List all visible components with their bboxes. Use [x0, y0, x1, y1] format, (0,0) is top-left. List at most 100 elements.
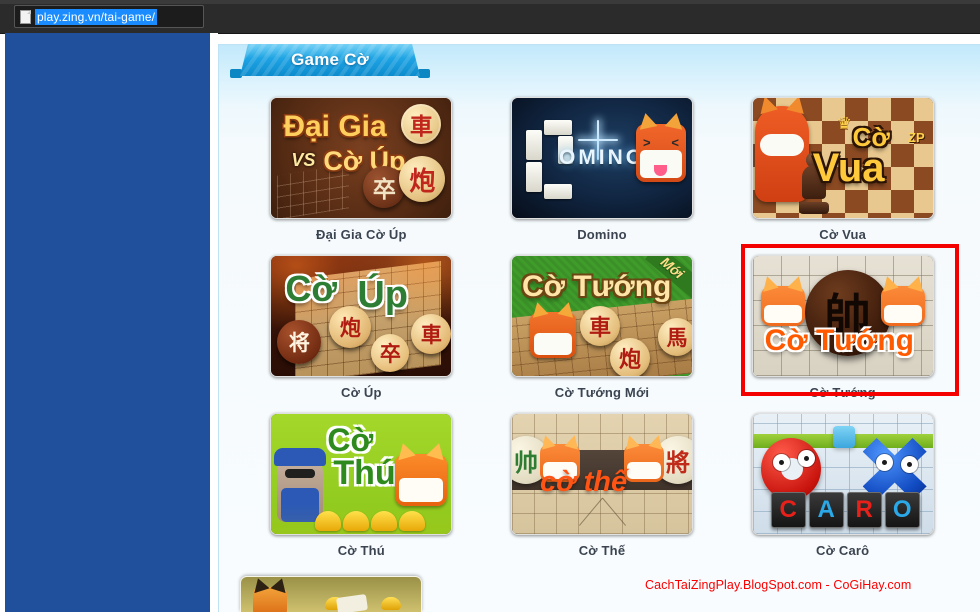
- left-sidebar: [5, 33, 210, 612]
- thumbnail-art: Đại Gia VS Cờ Úp 車 卒 炮: [271, 98, 452, 218]
- tab-label: Game Cờ: [291, 50, 369, 69]
- red-eye-right-icon: [797, 450, 815, 467]
- browser-chrome: play.zing.vn/tai-game/: [0, 0, 980, 34]
- thumbnail-art: Cờ Thú: [271, 414, 452, 534]
- fox-ear-left-icon: [755, 98, 778, 115]
- game-thumbnail[interactable]: Cờ Thú: [270, 413, 453, 535]
- game-thumbnail[interactable]: OMINO > <: [510, 97, 693, 219]
- chess-piece-xe: 車: [579, 306, 620, 346]
- fox-ear-left-icon: [636, 111, 658, 130]
- game-label: Cờ Tướng Mới: [554, 385, 650, 400]
- game-card-co-vua[interactable]: ♛ Vua Cờ ZP Cờ Vua: [722, 97, 963, 242]
- fox-face: [533, 333, 572, 355]
- game-card-co-tuong-moi[interactable]: Mới Cờ Tướng 車 馬 炮 Cờ Tướng Mới: [482, 255, 723, 400]
- letter-tile-o: O: [884, 492, 920, 528]
- address-bar[interactable]: play.zing.vn/tai-game/: [14, 5, 204, 28]
- game-card-co-thu[interactable]: Cờ Thú Cờ Thú: [241, 413, 482, 558]
- fox-ear-left-icon: [759, 274, 779, 292]
- game-card-co-caro[interactable]: C A R O Cờ Carô: [722, 413, 963, 558]
- fox-ear-right-icon: [557, 300, 577, 318]
- thumbnail-art: ♛ Vua Cờ ZP: [752, 98, 933, 218]
- fox-mascot: [394, 440, 449, 506]
- domino-tile: [543, 184, 572, 199]
- sidebar-gutter: [210, 33, 218, 612]
- tab-game-co[interactable]: Game Cờ: [240, 44, 420, 76]
- domino-tile: [525, 130, 542, 160]
- fox-mascot: [250, 577, 290, 612]
- mouse-hat-icon: [274, 448, 327, 466]
- fox-ear-right-icon: [785, 98, 808, 114]
- game-label: Cờ Thú: [337, 543, 385, 558]
- art-title-line1: Cờ: [852, 122, 890, 152]
- watermark-text: CachTaiZingPlay.BlogSpot.com - CoGiHay.c…: [645, 578, 912, 592]
- game-thumbnail[interactable]: Đại Gia VS Cờ Úp 車 卒 炮: [270, 97, 453, 219]
- paper-decoration: [336, 593, 368, 612]
- game-card-co-the[interactable]: 帅 將 cờ thế Cờ Thế: [482, 413, 723, 558]
- red-eye-left-icon: [772, 454, 790, 471]
- letter-o: O: [892, 496, 912, 523]
- art-title: Cờ Tướng: [521, 270, 672, 303]
- game-thumbnail[interactable]: Cờ Úp 将 炮 卒 車: [270, 255, 453, 377]
- letter-a: A: [817, 496, 835, 523]
- fox-ear-left-icon: [529, 300, 549, 318]
- games-grid: Đại Gia VS Cờ Úp 車 卒 炮 Đại Gia Cờ Úp OMI…: [241, 97, 963, 558]
- domino-tile: [543, 120, 572, 135]
- section-tab[interactable]: Game Cờ: [230, 44, 430, 78]
- game-card-co-tuong-selected[interactable]: 帥 Cờ Tướng Cờ Tướng: [722, 244, 963, 400]
- game-thumbnail[interactable]: Mới Cờ Tướng 車 馬 炮: [510, 255, 693, 377]
- mouse-sunglasses-icon: [285, 469, 316, 478]
- chrome-top-edge: [0, 0, 980, 4]
- zp-badge: ZP: [908, 130, 925, 145]
- game-label: Cờ Tướng: [809, 385, 876, 400]
- game-label: Cờ Úp: [341, 385, 382, 400]
- game-card-domino[interactable]: OMINO > < Domino: [482, 97, 723, 242]
- fox-ear-right-icon: [907, 274, 927, 292]
- game-thumbnail[interactable]: C A R O: [751, 413, 934, 535]
- fox-mascot-right: [879, 274, 927, 326]
- chess-piece-tuong: 将: [277, 320, 322, 364]
- fox-mascot: [529, 300, 577, 358]
- letter-c: C: [779, 496, 797, 523]
- screenshot-root: play.zing.vn/tai-game/ Đại Gia VS Cờ Úp …: [0, 0, 980, 612]
- game-label: Cờ Vua: [819, 227, 867, 242]
- thumbnail-art: OMINO > <: [511, 98, 692, 218]
- game-thumbnail-partial[interactable]: [240, 576, 422, 612]
- fox-ear-right-icon: [426, 440, 449, 461]
- thumbnail-art: Cờ Úp 将 炮 卒 車: [271, 256, 452, 376]
- game-thumbnail[interactable]: 帅 將 cờ thế: [510, 413, 693, 535]
- fox-mascot-left: [759, 274, 807, 326]
- art-wordmark: OMINO: [558, 146, 646, 169]
- game-card-co-up[interactable]: Cờ Úp 将 炮 卒 車 Cờ Úp: [241, 255, 482, 400]
- fox-face: [883, 305, 922, 323]
- fox-ear-right-icon: [270, 577, 290, 594]
- letter-tile-c: C: [770, 492, 806, 528]
- domino-tile: [525, 162, 542, 192]
- chess-piece-ma: 馬: [657, 318, 692, 356]
- art-title: cờ thế: [539, 466, 628, 498]
- art-vs-badge: VS: [291, 150, 316, 170]
- fox-ear-left-icon: [250, 577, 270, 594]
- game-card-dai-gia-co-up[interactable]: Đại Gia VS Cờ Úp 車 卒 炮 Đại Gia Cờ Úp: [241, 97, 482, 242]
- letter-r: R: [855, 496, 873, 523]
- url-text[interactable]: play.zing.vn/tai-game/: [35, 8, 158, 25]
- game-thumbnail[interactable]: ♛ Vua Cờ ZP: [751, 97, 934, 219]
- fox-face: [626, 462, 661, 479]
- fox-mascot-right: [622, 433, 666, 482]
- art-title: Cờ Tướng: [764, 324, 915, 357]
- game-thumbnail[interactable]: 帥 Cờ Tướng: [751, 255, 934, 377]
- gold-ingot-icon: [381, 597, 401, 610]
- fox-ear-left-icon: [879, 274, 899, 292]
- tab-ear-left: [230, 69, 242, 78]
- art-title-line1: Cờ: [285, 268, 337, 309]
- blue-eye-left-icon: [875, 454, 893, 471]
- thumbnail-art: Mới Cờ Tướng 車 馬 炮: [511, 256, 692, 376]
- game-label: Đại Gia Cờ Úp: [316, 227, 407, 242]
- fox-ear-left-icon: [394, 440, 417, 461]
- game-label: Domino: [577, 227, 627, 242]
- art-title-line2: Úp: [357, 274, 408, 316]
- chess-piece-phao: 炮: [399, 156, 446, 202]
- fox-ear-right-icon: [787, 274, 807, 292]
- letter-tile-a: A: [808, 492, 844, 528]
- blue-eye-right-icon: [900, 456, 918, 473]
- tab-ear-right: [418, 69, 430, 78]
